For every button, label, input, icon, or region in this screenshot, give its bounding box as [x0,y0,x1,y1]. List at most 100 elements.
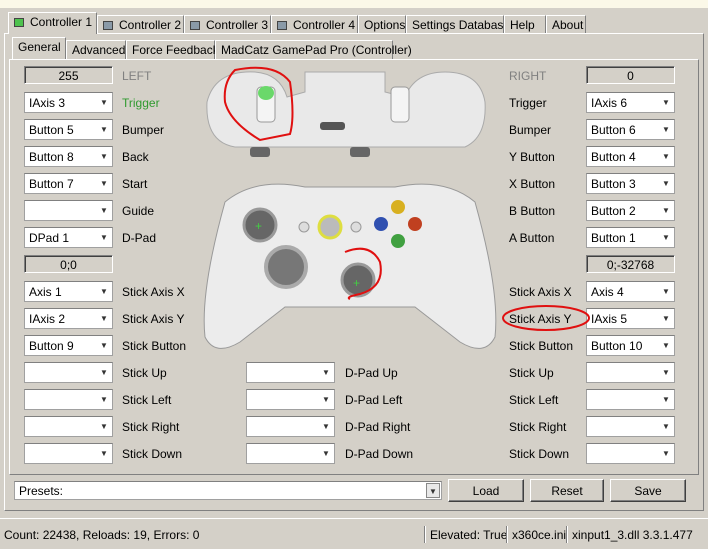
chevron-down-icon[interactable]: ▼ [97,364,111,381]
chevron-down-icon[interactable]: ▼ [426,483,440,498]
subtab-general[interactable]: General [12,37,66,59]
right-stick-combo-value: Button 10 [591,339,643,353]
annotation-circle-axis-label [502,305,590,331]
label-bumper: Bumper [122,123,165,137]
subtab-advanced[interactable]: Advanced [66,40,126,59]
left-combo[interactable]: IAxis 3 ▼ [24,92,113,113]
left-stick-combo[interactable]: ▼ [24,389,113,410]
left-stick-combo[interactable]: Axis 1 ▼ [24,281,113,302]
label-stick-axis-y: Stick Axis Y [122,312,185,326]
right-combo[interactable]: Button 2 ▼ [586,200,675,221]
right-stick-combo[interactable]: ▼ [586,362,675,383]
right-combo[interactable]: Button 6 ▼ [586,119,675,140]
label-x-button: X Button [509,177,556,191]
status-dll: xinput1_3.dll 3.3.1.477 [572,528,693,542]
chevron-down-icon[interactable]: ▼ [97,445,111,462]
chevron-down-icon[interactable]: ▼ [659,148,673,165]
chevron-down-icon[interactable]: ▼ [319,445,333,462]
tab-controller-3[interactable]: Controller 3 [184,15,271,34]
left-stick-combo-value: Button 9 [29,339,74,353]
subtab-force-feedback[interactable]: Force Feedback [126,40,219,59]
left-stick-combo-value: IAxis 2 [29,312,66,326]
load-button[interactable]: Load [448,479,524,502]
chevron-down-icon[interactable]: ▼ [659,310,673,327]
right-stick-combo[interactable]: Axis 4 ▼ [586,281,675,302]
tab-controller-4[interactable]: Controller 4 [271,15,358,34]
left-combo[interactable]: DPad 1 ▼ [24,227,113,248]
chevron-down-icon[interactable]: ▼ [659,94,673,111]
chevron-down-icon[interactable]: ▼ [97,94,111,111]
chevron-down-icon[interactable]: ▼ [659,445,673,462]
chevron-down-icon[interactable]: ▼ [659,418,673,435]
dpad-combo[interactable]: ▼ [246,443,335,464]
reset-button[interactable]: Reset [530,479,604,502]
chevron-down-icon[interactable]: ▼ [319,391,333,408]
label-trigger: Trigger [509,96,547,110]
chevron-down-icon[interactable]: ▼ [97,202,111,219]
left-trigger-value: 255 [24,66,113,84]
label-d-pad-right: D-Pad Right [345,420,411,434]
label-start: Start [122,177,148,191]
right-stick-combo[interactable]: IAxis 5 ▼ [586,308,675,329]
right-combo[interactable]: Button 1 ▼ [586,227,675,248]
save-button[interactable]: Save [610,479,686,502]
right-stick-combo[interactable]: ▼ [586,443,675,464]
top-strip [0,0,708,8]
right-combo[interactable]: IAxis 6 ▼ [586,92,675,113]
right-stick-combo-value: Axis 4 [591,285,624,299]
chevron-down-icon[interactable]: ▼ [97,337,111,354]
left-trigger-indicator [258,86,274,100]
label-trigger: Trigger [122,96,160,110]
left-stick-combo[interactable]: IAxis 2 ▼ [24,308,113,329]
tab-about[interactable]: About [546,15,586,34]
left-combo[interactable]: Button 8 ▼ [24,146,113,167]
subtab-madcatz-gamepad-pro-controller-[interactable]: MadCatz GamePad Pro (Controller) [215,40,412,59]
chevron-down-icon[interactable]: ▼ [659,283,673,300]
left-combo[interactable]: Button 5 ▼ [24,119,113,140]
controller-top-view [206,66,486,157]
chevron-down-icon[interactable]: ▼ [97,148,111,165]
tab-controller-2[interactable]: Controller 2 [97,15,184,34]
chevron-down-icon[interactable]: ▼ [319,364,333,381]
left-stick-combo[interactable]: ▼ [24,416,113,437]
chevron-down-icon[interactable]: ▼ [659,364,673,381]
chevron-down-icon[interactable]: ▼ [97,418,111,435]
tab-settings-database[interactable]: Settings Database [406,15,510,34]
left-stick-value: 0;0 [24,255,113,273]
chevron-down-icon[interactable]: ▼ [97,175,111,192]
presets-combo[interactable]: Presets: ▼ [14,481,442,500]
left-stick-combo[interactable]: ▼ [24,443,113,464]
chevron-down-icon[interactable]: ▼ [659,121,673,138]
label-bumper: Bumper [509,123,552,137]
label-stick-left: Stick Left [509,393,559,407]
left-combo[interactable]: ▼ [24,200,113,221]
right-stick-combo[interactable]: ▼ [586,416,675,437]
chevron-down-icon[interactable]: ▼ [97,310,111,327]
tab-controller-1[interactable]: Controller 1 [8,12,97,34]
dpad-combo[interactable]: ▼ [246,362,335,383]
chevron-down-icon[interactable]: ▼ [659,229,673,246]
left-stick-combo[interactable]: Button 9 ▼ [24,335,113,356]
chevron-down-icon[interactable]: ▼ [659,337,673,354]
status-ini: x360ce.ini [512,528,567,542]
chevron-down-icon[interactable]: ▼ [659,391,673,408]
right-stick-combo[interactable]: Button 10 ▼ [586,335,675,356]
right-stick-combo[interactable]: ▼ [586,389,675,410]
right-combo[interactable]: Button 4 ▼ [586,146,675,167]
right-stick-combo-value: IAxis 5 [591,312,628,326]
chevron-down-icon[interactable]: ▼ [319,418,333,435]
chevron-down-icon[interactable]: ▼ [97,283,111,300]
left-combo[interactable]: Button 7 ▼ [24,173,113,194]
right-combo[interactable]: Button 3 ▼ [586,173,675,194]
chevron-down-icon[interactable]: ▼ [97,229,111,246]
chevron-down-icon[interactable]: ▼ [659,175,673,192]
tab-options[interactable]: Options [358,15,406,34]
chevron-down-icon[interactable]: ▼ [659,202,673,219]
label-stick-axis-x: Stick Axis X [122,285,185,299]
chevron-down-icon[interactable]: ▼ [97,391,111,408]
dpad-combo[interactable]: ▼ [246,416,335,437]
left-stick-combo[interactable]: ▼ [24,362,113,383]
tab-help[interactable]: Help [504,15,546,34]
chevron-down-icon[interactable]: ▼ [97,121,111,138]
dpad-combo[interactable]: ▼ [246,389,335,410]
